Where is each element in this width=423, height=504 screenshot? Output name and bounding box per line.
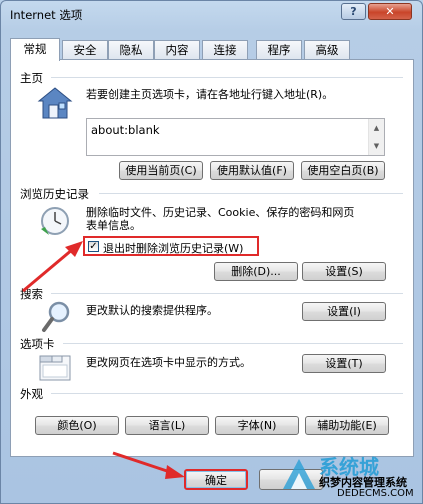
annotation-overlay xyxy=(22,241,185,479)
watermark-logo-icon xyxy=(283,459,315,489)
watermark: 系统城 织梦内容管理系统 DEDECMS.COM xyxy=(271,449,423,504)
watermark-line-2: DEDECMS.COM xyxy=(337,488,414,499)
annotation-arrowhead-ok xyxy=(165,465,185,479)
annotation-arrow-ok xyxy=(112,451,174,475)
internet-options-window: Internet 选项 ? ✕ 常规 安全 隐私 内容 连接 程序 高级 主页 … xyxy=(0,0,423,504)
annotation-arrow-checkbox xyxy=(22,247,74,293)
tab-general[interactable]: 常规 xyxy=(10,38,60,61)
